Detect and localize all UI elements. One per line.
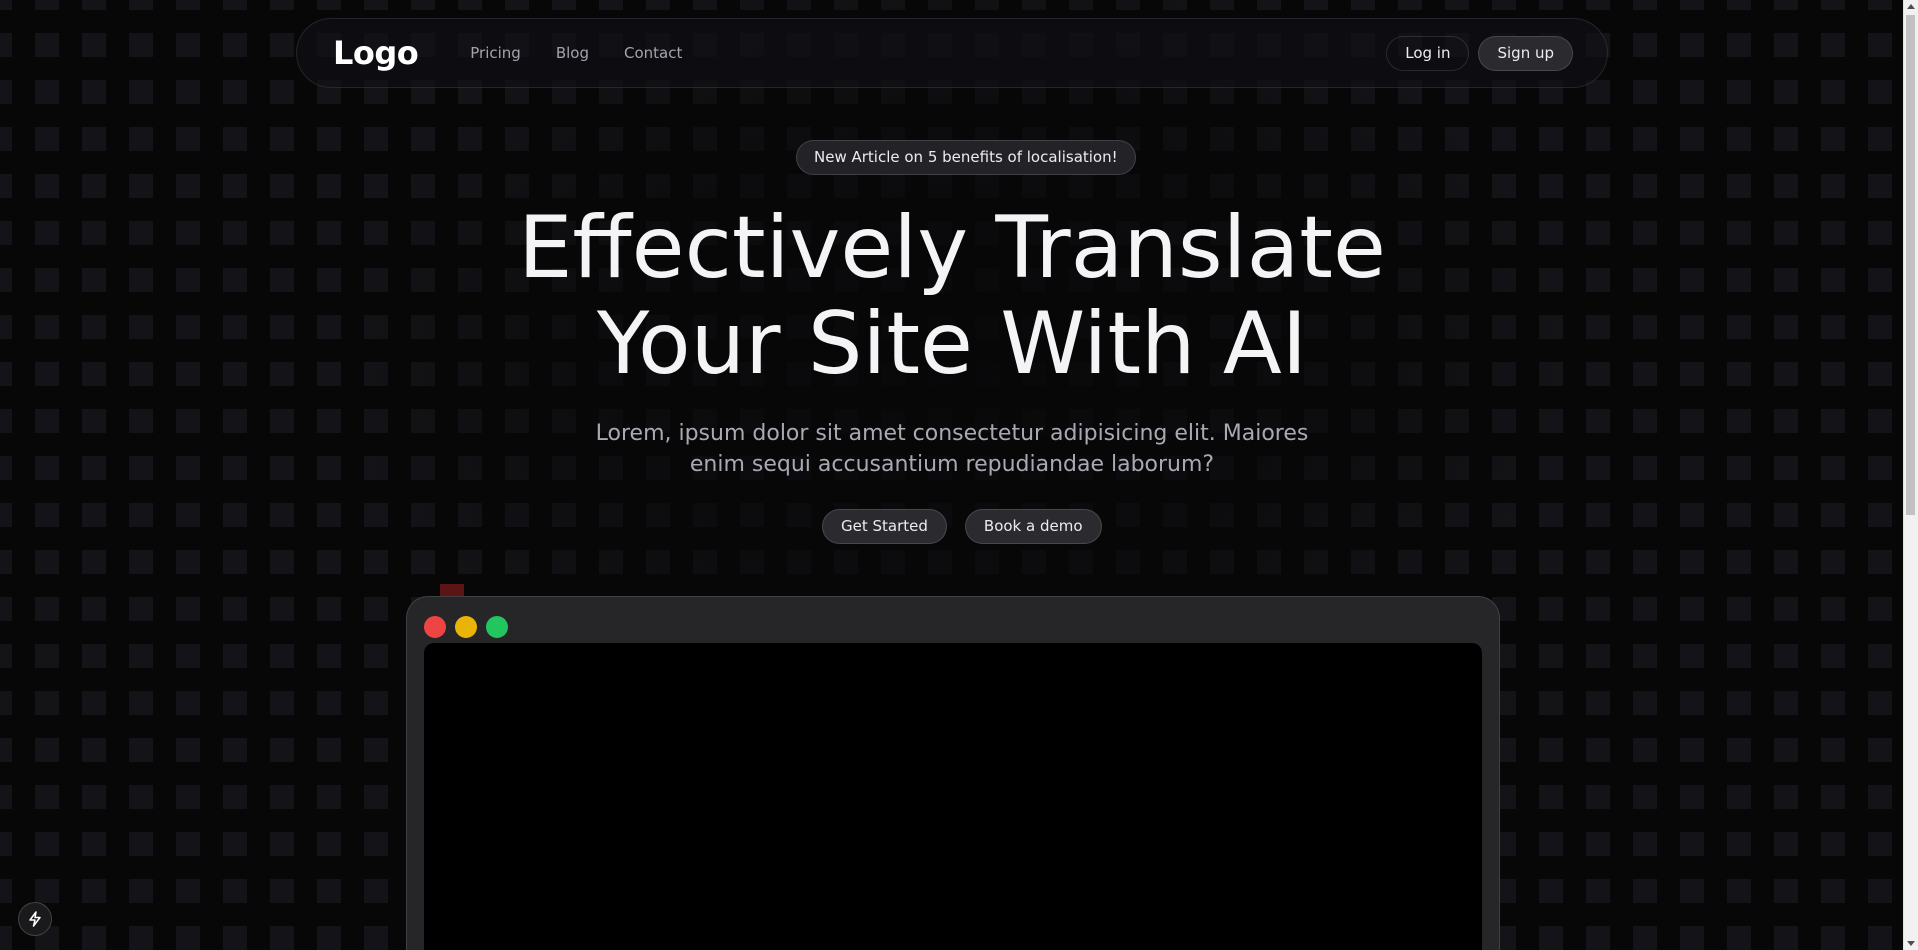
red-dot-icon (424, 616, 446, 638)
nav-link-blog[interactable]: Blog (556, 44, 589, 62)
nav-link-contact[interactable]: Contact (624, 44, 682, 62)
nav-actions: Log in Sign up (1386, 35, 1573, 71)
yellow-dot-icon (455, 616, 477, 638)
scrollbar-thumb[interactable] (1906, 15, 1915, 515)
page: Logo Pricing Blog Contact Log in Sign up… (0, 0, 1918, 950)
get-started-button[interactable]: Get Started (822, 509, 947, 544)
green-dot-icon (486, 616, 508, 638)
announcement-badge[interactable]: New Article on 5 benefits of localisatio… (796, 140, 1136, 175)
bolt-icon (29, 911, 41, 927)
scroll-up-icon[interactable] (1907, 4, 1915, 9)
browser-mockup (406, 596, 1500, 950)
top-navbar: Logo Pricing Blog Contact Log in Sign up (296, 18, 1608, 88)
scroll-down-icon[interactable] (1907, 941, 1915, 946)
hero-subtitle-line-1: Lorem, ipsum dolor sit amet consectetur … (595, 421, 1309, 446)
logo[interactable]: Logo (333, 34, 419, 72)
book-demo-button[interactable]: Book a demo (964, 509, 1102, 544)
nav-link-pricing[interactable]: Pricing (470, 44, 521, 62)
hero-subtitle: Lorem, ipsum dolor sit amet consectetur … (570, 418, 1334, 480)
hero-title-line-2: Your Site With AI (596, 294, 1308, 394)
hero-cta-row: Get Started Book a demo (822, 509, 1102, 544)
signup-button[interactable]: Sign up (1478, 35, 1573, 71)
window-controls (424, 616, 508, 638)
hero-title: Effectively Translate Your Site With AI (409, 200, 1495, 392)
hero-subtitle-line-2: enim sequi accusantium repudiandae labor… (689, 452, 1215, 477)
corner-action-button[interactable] (18, 902, 52, 936)
nav-links: Pricing Blog Contact (470, 44, 682, 62)
mockup-screen (424, 643, 1482, 950)
login-button[interactable]: Log in (1386, 35, 1470, 71)
hero-title-line-1: Effectively Translate (518, 198, 1386, 298)
vertical-scrollbar[interactable] (1903, 0, 1918, 950)
